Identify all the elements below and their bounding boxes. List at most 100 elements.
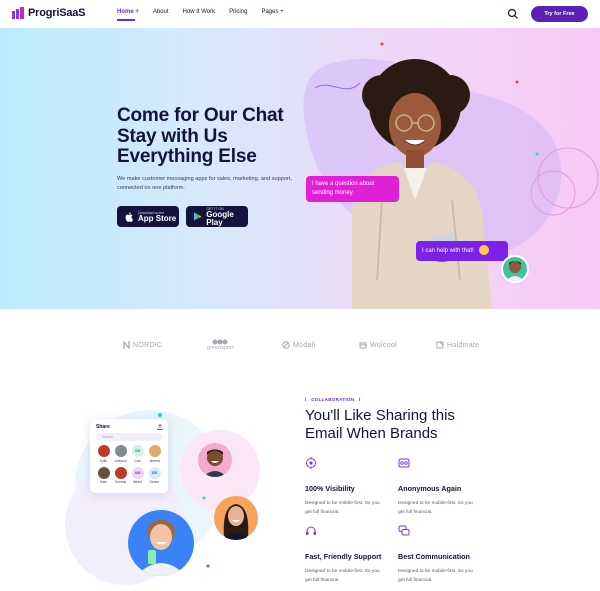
app-store-button[interactable]: Download on the App Store	[117, 206, 179, 227]
brand-nordic: NORDIC	[123, 341, 162, 349]
brand-holdmate-name: Holdmate	[447, 341, 480, 349]
brand-nordic-name: NORDIC	[133, 341, 163, 349]
hero-section: Come for Our Chat Stay with Us Everythin…	[0, 28, 600, 309]
feature-title: Best Communication	[398, 552, 470, 561]
google-play-button[interactable]: GET IT ON Google Play	[186, 206, 248, 227]
feature-anonymous: Anonymous Again Designed to be mobile-fi…	[398, 457, 478, 517]
contact-avatar	[148, 445, 161, 457]
girl-photo-icon	[136, 520, 186, 576]
brand-logo[interactable]: ProgriSaaS	[12, 7, 86, 19]
feature-desc: Designed to be mobile-first. So you get …	[305, 569, 380, 583]
nav-home[interactable]: Home +	[117, 9, 139, 21]
woman-photo-icon	[220, 504, 252, 540]
share-contacts-grid: Kylie Johnson CM Curt Jimena Kate Tommie…	[95, 445, 165, 484]
contact-name: Albert	[133, 480, 142, 484]
nav-how-it-work[interactable]: How It Work	[183, 9, 216, 15]
contact-name: Kylie	[99, 458, 108, 463]
feature-title: 100% Visibility	[305, 484, 355, 493]
nav-pricing[interactable]: Pricing	[229, 9, 247, 15]
contact-item[interactable]: Kate	[95, 466, 112, 484]
hero-title-line-2: Stay with Us	[117, 125, 228, 147]
brand-greensport-name: greensport	[207, 345, 234, 351]
contact-name: Kate	[100, 480, 107, 484]
feature-title: Fast, Friendly Support	[305, 552, 382, 561]
wolcool-icon	[359, 342, 367, 349]
main-menu: Home + About How It Work Pricing Pages +	[117, 9, 298, 21]
contact-name: Johnson	[114, 458, 127, 463]
top-navbar: ProgriSaaS Home + About How It Work Pric…	[0, 0, 600, 28]
hero-title-line-3: Everything Else	[117, 146, 257, 167]
man-photo-icon	[203, 449, 227, 477]
logo-mark-icon	[12, 7, 24, 19]
partner-brands: NORDIC greensport Modali Wolcool Holdmat…	[0, 309, 600, 384]
contact-item[interactable]: Tommie	[112, 466, 129, 484]
headset-icon	[306, 526, 316, 535]
eyebrow-slash: /	[305, 397, 307, 402]
contact-name: Dexter	[149, 480, 160, 484]
feature-support: Fast, Friendly Support Designed to be mo…	[305, 525, 385, 585]
chat-icon	[398, 525, 410, 536]
feature-visibility: 100% Visibility Designed to be mobile-fi…	[305, 457, 385, 517]
support-agent-avatar	[501, 255, 529, 283]
chat-bubble-question: I have a question about sending money.	[306, 176, 399, 202]
smile-emoji-icon	[479, 245, 489, 255]
contact-item[interactable]: Johnson	[112, 445, 129, 463]
apple-icon	[125, 211, 133, 222]
contact-item[interactable]: Kylie	[95, 445, 112, 463]
section-eyebrow: / COLLABORATION /	[305, 397, 361, 402]
eye-target-icon	[306, 457, 316, 469]
contact-avatar-initials: AW	[131, 466, 144, 479]
contact-item[interactable]: DR Dexter	[146, 466, 163, 484]
contact-avatar-initials: CM	[131, 445, 144, 457]
holdmate-icon	[436, 341, 444, 349]
contact-avatar	[114, 445, 127, 457]
google-play-caption: GET IT ON	[206, 206, 224, 211]
man-avatar-photo	[198, 443, 232, 477]
app-store-label: App Store	[138, 213, 177, 223]
chat-bubble-reply: I can help with that!	[416, 241, 508, 261]
contact-name: Curt	[134, 458, 141, 463]
modali-icon	[282, 341, 290, 349]
hero-subtitle: We make customer messaging apps for sale…	[117, 176, 292, 191]
app-store-caption: Download on the	[138, 210, 165, 215]
contact-name: Jimena	[149, 458, 160, 463]
brand-modali: Modali	[282, 341, 315, 349]
feature-communication: Best Communication Designed to be mobile…	[398, 525, 478, 585]
share-search-input[interactable]: Search	[96, 433, 162, 441]
brand-name: ProgriSaaS	[28, 7, 86, 19]
search-icon[interactable]	[507, 8, 519, 20]
eyebrow-label: COLLABORATION	[311, 397, 355, 402]
nav-about[interactable]: About	[153, 9, 169, 15]
share-panel-title: Share	[96, 424, 110, 430]
section-title-line-2: Email When Brands	[305, 424, 438, 442]
hero-title: Come for Our Chat Stay with Us Everythin…	[117, 105, 317, 168]
google-play-label: Google Play	[206, 209, 234, 227]
contact-avatar	[97, 466, 110, 479]
section-title: You'll Like Sharing this Email When Bran…	[305, 407, 505, 442]
feature-desc: Designed to be mobile-first. So you get …	[398, 569, 473, 583]
contact-name: Tommie	[114, 480, 127, 484]
feature-desc: Designed to be mobile-first. So you get …	[398, 501, 473, 515]
brand-holdmate: Holdmate	[436, 341, 479, 349]
feature-title: Anonymous Again	[398, 484, 462, 493]
contact-avatar-initials: DR	[148, 466, 161, 479]
share-panel: Share Search Kylie Johnson CM Curt Jimen…	[90, 419, 168, 493]
brand-modali-name: Modali	[293, 341, 316, 349]
contact-item[interactable]: AW Albert	[129, 466, 146, 484]
brand-wolcool-name: Wolcool	[370, 341, 397, 349]
hero-title-line-1: Come for Our Chat	[117, 105, 284, 126]
girl-phone-photo	[128, 510, 194, 576]
section-title-line-1: You'll Like Sharing this	[305, 407, 455, 424]
try-free-button[interactable]: Try for Free	[531, 6, 588, 22]
mask-icon	[398, 458, 410, 468]
eyebrow-slash-end: /	[358, 397, 361, 402]
woman-avatar-photo	[214, 496, 258, 540]
brand-wolcool: Wolcool	[359, 341, 397, 349]
brand-greensport: greensport	[207, 339, 234, 351]
contact-item[interactable]: Jimena	[146, 445, 163, 463]
contact-item[interactable]: CM Curt	[129, 445, 146, 463]
nav-pages[interactable]: Pages +	[261, 9, 283, 15]
share-upload-icon[interactable]	[157, 424, 163, 430]
contact-avatar	[97, 445, 110, 457]
man-photo-icon	[506, 261, 524, 281]
